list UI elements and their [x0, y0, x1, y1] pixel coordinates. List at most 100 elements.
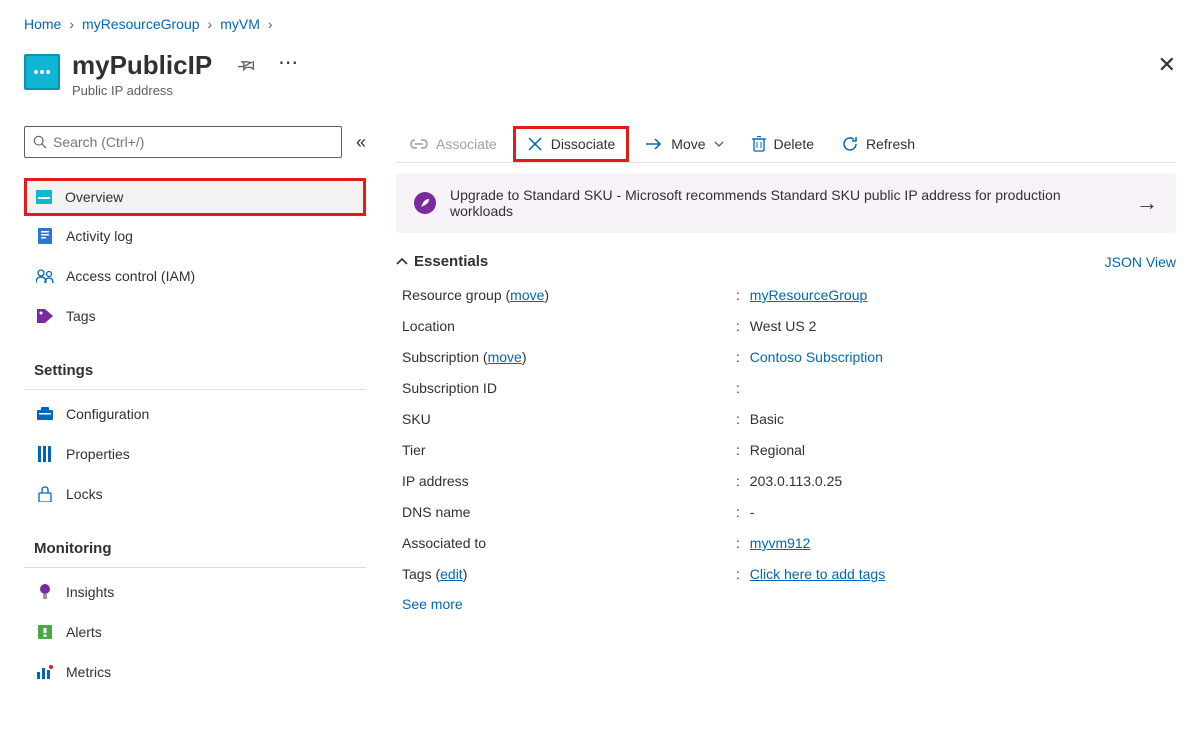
ess-label: Resource group ( [402, 287, 510, 303]
ess-label: Tags ( [402, 566, 440, 582]
search-input-wrap[interactable] [24, 126, 342, 158]
chevron-up-icon [396, 258, 408, 266]
essentials-row-tier: Tier Regional [396, 435, 1176, 466]
breadcrumb: Home › myResourceGroup › myVM › [24, 16, 1176, 32]
toolbar: Associate Dissociate Move Delete [396, 126, 1176, 163]
arrow-right-icon [645, 137, 663, 151]
sidebar-item-configuration[interactable]: Configuration [24, 394, 366, 434]
refresh-button[interactable]: Refresh [828, 126, 929, 162]
toolbar-label: Refresh [866, 136, 915, 152]
essentials-row-location: Location West US 2 [396, 311, 1176, 342]
upgrade-banner[interactable]: Upgrade to Standard SKU - Microsoft reco… [396, 173, 1176, 233]
essentials-row-subscription: Subscription (move) Contoso Subscription [396, 342, 1176, 373]
rocket-icon [414, 192, 436, 214]
ess-value: West US 2 [736, 318, 1176, 334]
toolbar-label: Delete [774, 136, 814, 152]
dissociate-button[interactable]: Dissociate [513, 126, 630, 162]
essentials-toggle[interactable]: Essentials [396, 253, 488, 270]
ess-value: Basic [736, 411, 1176, 427]
resource-group-link[interactable]: myResourceGroup [750, 287, 868, 303]
move-link[interactable]: move [510, 287, 544, 303]
sidebar-item-tags[interactable]: Tags [24, 296, 366, 336]
sidebar-item-metrics[interactable]: Metrics [24, 652, 366, 692]
ess-label: Tier [396, 442, 736, 458]
access-control-icon [36, 267, 54, 285]
page-title: myPublicIP [72, 50, 212, 81]
associate-button: Associate [396, 126, 511, 162]
trash-icon [752, 136, 766, 152]
resource-type-label: Public IP address [72, 83, 212, 98]
chevron-right-icon: › [69, 16, 74, 32]
add-tags-link[interactable]: Click here to add tags [750, 566, 885, 582]
ess-label: Subscription ( [402, 349, 488, 365]
sidebar-item-properties[interactable]: Properties [24, 434, 366, 474]
sidebar-item-alerts[interactable]: Alerts [24, 612, 366, 652]
essentials-row-resource-group: Resource group (move) myResourceGroup [396, 280, 1176, 311]
essentials-heading: Essentials [414, 253, 488, 270]
sidebar-item-overview[interactable]: Overview [24, 178, 366, 216]
tags-icon [36, 307, 54, 325]
arrow-right-icon: → [1136, 190, 1158, 216]
sidebar-item-activity-log[interactable]: Activity log [24, 216, 366, 256]
breadcrumb-vm[interactable]: myVM [220, 16, 260, 32]
nav-heading-settings: Settings [24, 354, 366, 390]
sidebar-item-label: Insights [66, 584, 114, 600]
alerts-icon [36, 623, 54, 641]
essentials-row-subscription-id: Subscription ID [396, 373, 1176, 404]
activity-log-icon [36, 227, 54, 245]
ess-value: - [736, 504, 1176, 520]
sidebar-item-label: Activity log [66, 228, 133, 244]
toolbar-label: Dissociate [551, 136, 616, 152]
sidebar-item-locks[interactable]: Locks [24, 474, 366, 514]
edit-link[interactable]: edit [440, 566, 463, 582]
json-view-link[interactable]: JSON View [1105, 254, 1176, 270]
ess-value [736, 380, 1176, 396]
collapse-icon[interactable]: « [356, 132, 366, 153]
chevron-right-icon: › [268, 16, 273, 32]
insights-icon [36, 583, 54, 601]
ess-value: Regional [736, 442, 1176, 458]
see-more-link[interactable]: See more [396, 590, 1176, 612]
pin-icon[interactable] [238, 56, 256, 77]
nav-heading-monitoring: Monitoring [24, 532, 366, 568]
toolbar-label: Move [671, 136, 705, 152]
ess-value: 203.0.113.0.25 [736, 473, 1176, 489]
essentials-row-tags: Tags (edit) Click here to add tags [396, 559, 1176, 590]
move-link[interactable]: move [488, 349, 522, 365]
more-icon[interactable]: ⋯ [278, 56, 300, 70]
x-icon [527, 136, 543, 152]
move-button[interactable]: Move [631, 126, 737, 162]
essentials-row-sku: SKU Basic [396, 404, 1176, 435]
chevron-right-icon: › [208, 16, 213, 32]
locks-icon [36, 485, 54, 503]
metrics-icon [36, 663, 54, 681]
ess-label: IP address [396, 473, 736, 489]
sidebar-item-label: Overview [65, 189, 123, 205]
banner-text: Upgrade to Standard SKU - Microsoft reco… [450, 187, 1122, 219]
essentials-row-associated: Associated to myvm912 [396, 528, 1176, 559]
public-ip-icon [24, 54, 60, 90]
ess-label: SKU [396, 411, 736, 427]
sidebar-item-label: Configuration [66, 406, 149, 422]
delete-button[interactable]: Delete [738, 126, 828, 162]
close-icon[interactable]: ✕ [1158, 52, 1176, 78]
configuration-icon [36, 405, 54, 423]
breadcrumb-resourcegroup[interactable]: myResourceGroup [82, 16, 200, 32]
chevron-down-icon [714, 141, 724, 147]
overview-icon [35, 188, 53, 206]
subscription-link[interactable]: Contoso Subscription [750, 349, 883, 365]
sidebar-item-access-control[interactable]: Access control (IAM) [24, 256, 366, 296]
breadcrumb-home[interactable]: Home [24, 16, 61, 32]
sidebar-item-label: Properties [66, 446, 130, 462]
ess-label: Associated to [396, 535, 736, 551]
associated-link[interactable]: myvm912 [750, 535, 811, 551]
ess-label: Location [396, 318, 736, 334]
toolbar-label: Associate [436, 136, 497, 152]
sidebar-item-label: Tags [66, 308, 96, 324]
sidebar-item-label: Access control (IAM) [66, 268, 195, 284]
search-input[interactable] [53, 134, 333, 150]
ess-label: Subscription ID [396, 380, 736, 396]
ess-label: DNS name [396, 504, 736, 520]
essentials-row-dns: DNS name - [396, 497, 1176, 528]
sidebar-item-insights[interactable]: Insights [24, 572, 366, 612]
